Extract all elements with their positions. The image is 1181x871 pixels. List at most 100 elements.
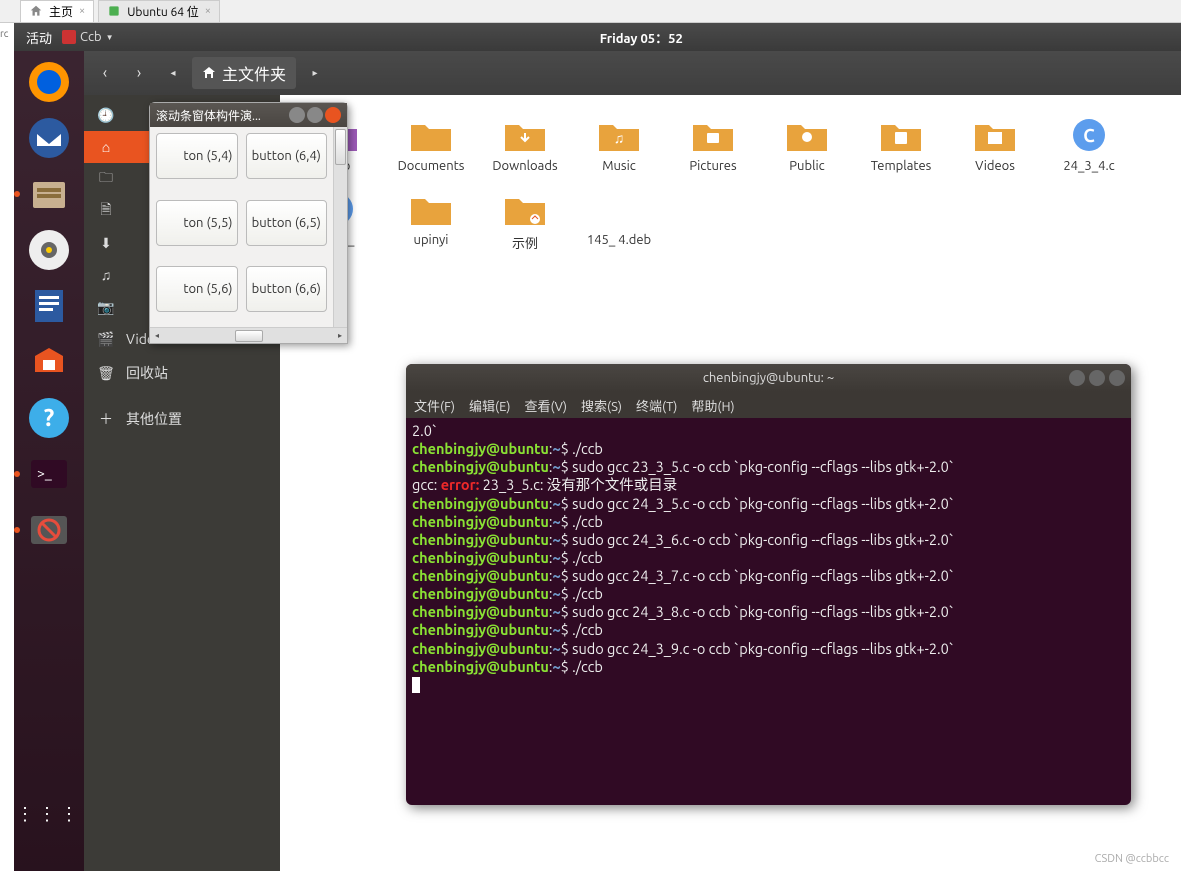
menu-item[interactable]: 终端(T) xyxy=(636,396,677,415)
minimize-button[interactable] xyxy=(1069,370,1085,386)
folder-icon xyxy=(971,115,1019,155)
menu-item[interactable]: 编辑(E) xyxy=(469,396,510,415)
grid-button[interactable]: ton (5,4) xyxy=(156,133,238,179)
maximize-button[interactable] xyxy=(1089,370,1105,386)
vm-tab-home-label: 主页 xyxy=(49,3,73,20)
folder-item[interactable]: 145_ 4.deb xyxy=(572,189,666,252)
vm-tab-ubuntu-label: Ubuntu 64 位 xyxy=(127,3,199,20)
watermark: CSDN @ccbbcc xyxy=(1095,853,1169,865)
vm-tab-bar: 主页 × Ubuntu 64 位 × xyxy=(0,0,1181,23)
launcher-ccb[interactable] xyxy=(22,503,76,557)
gtk-viewport: ton (5,4)button (6,4)ton (5,5)button (6,… xyxy=(150,127,333,327)
close-button[interactable] xyxy=(325,107,341,123)
close-icon[interactable]: × xyxy=(205,5,211,17)
folder-label: 示例 xyxy=(512,233,538,252)
scrollbar-thumb[interactable] xyxy=(335,129,346,165)
nav-back-button[interactable]: ‹ xyxy=(90,58,120,88)
sidebar-item-trash[interactable]: 🗑回收站 xyxy=(84,355,280,391)
folder-label: Pictures xyxy=(689,159,736,173)
terminal-titlebar[interactable]: chenbingjy@ubuntu: ~ xyxy=(406,364,1131,392)
folder-item[interactable]: Pictures xyxy=(666,115,760,173)
gtk-titlebar[interactable]: 滚动条窗体构件演... xyxy=(150,103,347,127)
sidebar-item-other[interactable]: ＋ 其他位置 xyxy=(84,401,280,437)
vertical-scrollbar[interactable] xyxy=(333,127,347,327)
maximize-button[interactable] xyxy=(307,107,323,123)
vm-tab-home[interactable]: 主页 × xyxy=(20,0,94,23)
launcher-thunderbird[interactable] xyxy=(22,111,76,165)
menu-item[interactable]: 查看(V) xyxy=(525,396,567,415)
folder-icon xyxy=(501,115,549,155)
path-label: 主文件夹 xyxy=(222,61,286,85)
scroll-left-icon[interactable]: ◂ xyxy=(150,329,164,343)
grid-button[interactable]: button (6,5) xyxy=(246,200,328,246)
grid-button[interactable]: button (6,4) xyxy=(246,133,328,179)
sidebar-item-label: 回收站 xyxy=(126,363,168,383)
folder-icon xyxy=(689,115,737,155)
terminal-title-text: chenbingjy@ubuntu: ~ xyxy=(703,371,834,385)
folder-label: Downloads xyxy=(492,159,557,173)
folder-icon xyxy=(595,189,643,229)
path-bar[interactable]: 主文件夹 xyxy=(192,57,296,89)
ubuntu-desktop: 活动 Ccb ▼ Friday 05：52 ? >_ ⋮⋮⋮ ‹ › ◂ 主 xyxy=(14,23,1181,871)
scrollbar-thumb[interactable] xyxy=(235,330,263,342)
app-menu-label: Ccb xyxy=(80,30,102,44)
scroll-right-icon[interactable]: ▸ xyxy=(333,329,347,343)
launcher-software[interactable] xyxy=(22,335,76,389)
vm-tab-ubuntu[interactable]: Ubuntu 64 位 × xyxy=(98,0,220,23)
plus-icon: ＋ xyxy=(98,411,114,427)
nav-caret-right[interactable]: ▸ xyxy=(300,58,330,88)
folder-item[interactable]: Public xyxy=(760,115,854,173)
folder-label: Music xyxy=(602,159,636,173)
nav-caret-left[interactable]: ◂ xyxy=(158,58,188,88)
folder-item[interactable]: ♫ Music xyxy=(572,115,666,173)
music-icon: ♫ xyxy=(98,267,114,283)
launcher-writer[interactable] xyxy=(22,279,76,333)
folder-label: upinyi xyxy=(414,233,449,247)
gtk-title-text: 滚动条窗体构件演... xyxy=(156,107,287,124)
close-button[interactable] xyxy=(1109,370,1125,386)
folder-item[interactable]: Documents xyxy=(384,115,478,173)
close-icon[interactable]: × xyxy=(79,5,85,17)
folder-icon xyxy=(407,115,455,155)
gnome-topbar: 活动 Ccb ▼ Friday 05：52 xyxy=(14,23,1181,51)
folder-item[interactable]: upinyi xyxy=(384,189,478,252)
terminal-window: chenbingjy@ubuntu: ~ 文件(F) 编辑(E) 查看(V) 搜索(S… xyxy=(406,364,1131,805)
folder-item[interactable]: C24_3_4.c xyxy=(1042,115,1136,173)
ubuntu-icon xyxy=(107,4,121,18)
activities-button[interactable]: 活动 xyxy=(26,28,52,47)
folder-icon xyxy=(783,115,831,155)
sidebar-item-label: 其他位置 xyxy=(126,409,182,429)
photo-icon: 📷 xyxy=(98,299,114,315)
host-edge-text: rc xyxy=(0,28,8,39)
launcher-terminal[interactable]: >_ xyxy=(22,447,76,501)
folder-icon: ♫ xyxy=(595,115,643,155)
folder-item[interactable]: Templates xyxy=(854,115,948,173)
grid-button[interactable]: ton (5,6) xyxy=(156,266,238,312)
menu-item[interactable]: 文件(F) xyxy=(414,396,455,415)
topbar-clock[interactable]: Friday 05：52 xyxy=(114,28,1169,47)
folder-icon xyxy=(877,115,925,155)
folder-item[interactable]: Videos xyxy=(948,115,1042,173)
home-icon xyxy=(202,66,216,80)
folder-item[interactable]: 示例 xyxy=(478,189,572,252)
minimize-button[interactable] xyxy=(289,107,305,123)
terminal-output[interactable]: 2.0`chenbingjy@ubuntu:~$ ./ccbchenbingjy… xyxy=(406,418,1131,698)
launcher-rhythmbox[interactable] xyxy=(22,223,76,277)
show-apps-button[interactable]: ⋮⋮⋮ xyxy=(22,787,76,841)
nav-forward-button[interactable]: › xyxy=(124,58,154,88)
folder-item[interactable]: Downloads xyxy=(478,115,572,173)
menu-item[interactable]: 帮助(H) xyxy=(691,396,734,415)
horizontal-scrollbar[interactable]: ◂ ▸ xyxy=(150,327,347,343)
grid-button[interactable]: button (6,6) xyxy=(246,266,328,312)
app-menu[interactable]: Ccb ▼ xyxy=(62,30,114,44)
folder-icon: 🗀 xyxy=(98,171,114,187)
menu-item[interactable]: 搜索(S) xyxy=(581,396,622,415)
grid-button[interactable]: ton (5,5) xyxy=(156,200,238,246)
video-icon: 🎬 xyxy=(98,331,114,347)
svg-text:>_: >_ xyxy=(37,465,52,481)
folder-icon xyxy=(501,189,549,229)
terminal-menubar: 文件(F) 编辑(E) 查看(V) 搜索(S) 终端(T) 帮助(H) xyxy=(406,392,1131,418)
launcher-help[interactable]: ? xyxy=(22,391,76,445)
launcher-files[interactable] xyxy=(22,167,76,221)
launcher-firefox[interactable] xyxy=(22,55,76,109)
